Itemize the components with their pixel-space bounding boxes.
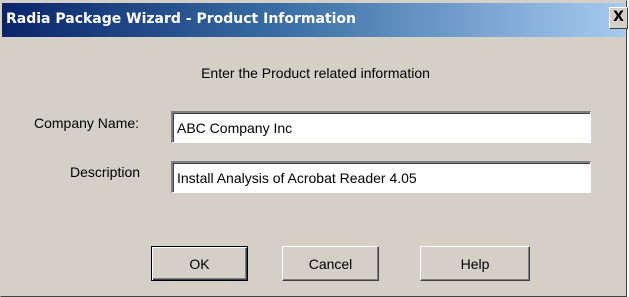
company-name-label: Company Name:	[34, 115, 140, 131]
instruction-heading: Enter the Product related information	[201, 65, 430, 81]
close-icon[interactable]: X	[609, 7, 628, 29]
cancel-button[interactable]: Cancel	[282, 246, 379, 281]
help-button[interactable]: Help	[420, 246, 530, 281]
company-name-field[interactable]	[171, 111, 591, 143]
window-title: Radia Package Wizard - Product Informati…	[6, 11, 357, 27]
ok-button[interactable]: OK	[151, 246, 248, 281]
description-label: Description	[70, 164, 141, 180]
title-bar[interactable]: Radia Package Wizard - Product Informati…	[2, 3, 625, 37]
dialog-window: Radia Package Wizard - Product Informati…	[0, 0, 628, 297]
description-field[interactable]	[171, 161, 591, 193]
